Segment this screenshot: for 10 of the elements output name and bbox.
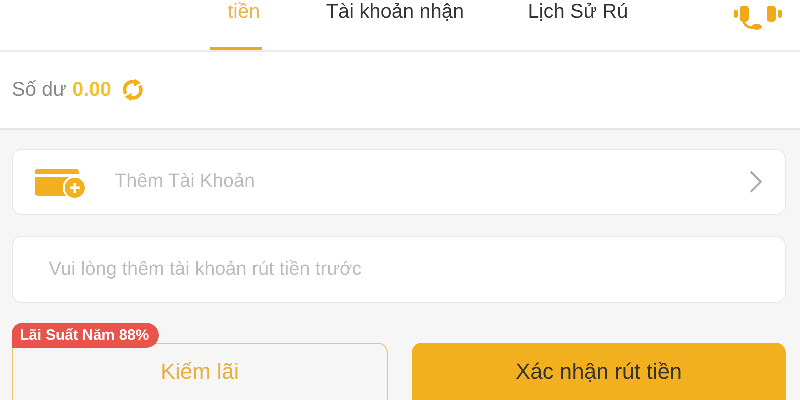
chevron-right-icon (749, 170, 763, 194)
confirm-withdraw-button[interactable]: Xác nhận rút tiền (412, 343, 786, 400)
wallet-plus-icon (35, 166, 87, 198)
tab[interactable]: Lịch Sử Rú (528, 0, 628, 50)
refresh-icon[interactable] (121, 78, 146, 102)
withdraw-account-field[interactable]: Vui lòng thêm tài khoản rút tiền trước (12, 236, 786, 303)
interest-badge: Lãi Suất Năm 88% (12, 323, 160, 348)
tab[interactable]: Tài khoản nhận (326, 0, 464, 50)
balance-amount: 0.00 (72, 78, 112, 102)
balance-label: Số dư (12, 78, 67, 102)
